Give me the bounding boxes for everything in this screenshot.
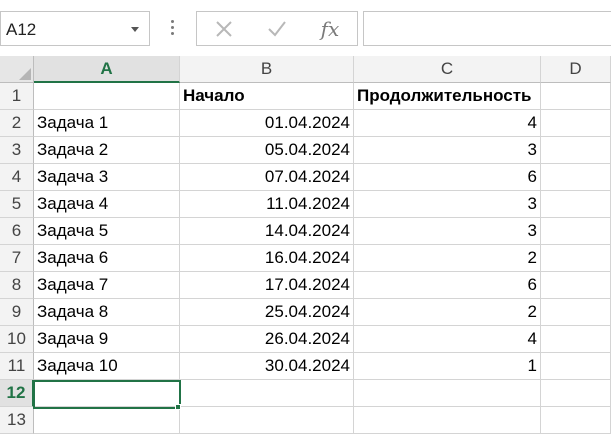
cell-c[interactable]: 6	[354, 164, 541, 191]
name-box-value: A12	[6, 20, 37, 39]
cell-b[interactable]: 11.04.2024	[180, 191, 354, 218]
cell-c[interactable]: 3	[354, 218, 541, 245]
cell-c[interactable]: 6	[354, 272, 541, 299]
cell-a[interactable]: Задача 1	[34, 110, 180, 137]
column-header-b[interactable]: B	[180, 56, 354, 83]
cell-b[interactable]: 14.04.2024	[180, 218, 354, 245]
cell-d[interactable]	[541, 110, 611, 137]
cell-a-header[interactable]	[34, 83, 180, 110]
cell-c[interactable]: 3	[354, 137, 541, 164]
cell-a[interactable]: Задача 7	[34, 272, 180, 299]
cell-d[interactable]	[541, 407, 611, 434]
row-header-7[interactable]: 7	[0, 245, 34, 272]
cell-c[interactable]	[354, 407, 541, 434]
cancel-button[interactable]	[199, 12, 249, 45]
cell-c[interactable]: 2	[354, 245, 541, 272]
formula-buttons: fx	[196, 11, 358, 46]
column-header-d[interactable]: D	[541, 56, 611, 83]
row-header-3[interactable]: 3	[0, 137, 34, 164]
cell-a[interactable]: Задача 10	[34, 353, 180, 380]
cell-a[interactable]: Задача 9	[34, 326, 180, 353]
cell-d[interactable]	[541, 191, 611, 218]
row-header-9[interactable]: 9	[0, 299, 34, 326]
row-header-4[interactable]: 4	[0, 164, 34, 191]
cell-a[interactable]: Задача 8	[34, 299, 180, 326]
cell-c[interactable]	[354, 380, 541, 407]
x-icon	[216, 20, 232, 37]
check-icon	[268, 20, 286, 37]
cell-a[interactable]: Задача 3	[34, 164, 180, 191]
cell-b[interactable]: 30.04.2024	[180, 353, 354, 380]
select-all-button[interactable]	[0, 56, 34, 83]
cell-d[interactable]	[541, 218, 611, 245]
row-header-5[interactable]: 5	[0, 191, 34, 218]
active-cell-selection[interactable]	[33, 380, 181, 409]
cell-b[interactable]: 16.04.2024	[180, 245, 354, 272]
row-header-2[interactable]: 2	[0, 110, 34, 137]
cell-b[interactable]	[180, 380, 354, 407]
enter-button[interactable]	[252, 12, 302, 45]
cell-d[interactable]	[541, 164, 611, 191]
cell-a[interactable]	[34, 407, 180, 434]
cell-b[interactable]: 07.04.2024	[180, 164, 354, 191]
cell-d[interactable]	[541, 245, 611, 272]
cell-b[interactable]: 26.04.2024	[180, 326, 354, 353]
cell-a[interactable]: Задача 2	[34, 137, 180, 164]
cell-d[interactable]	[541, 326, 611, 353]
cell-c-header[interactable]: Продолжительность	[354, 83, 541, 110]
row-header-10[interactable]: 10	[0, 326, 34, 353]
cell-a[interactable]: Задача 6	[34, 245, 180, 272]
name-box[interactable]: A12	[0, 11, 150, 46]
cell-b[interactable]: 25.04.2024	[180, 299, 354, 326]
cell-d[interactable]	[541, 299, 611, 326]
cell-b[interactable]: 05.04.2024	[180, 137, 354, 164]
cell-a[interactable]: Задача 5	[34, 218, 180, 245]
cell-d[interactable]	[541, 272, 611, 299]
row-header-8[interactable]: 8	[0, 272, 34, 299]
cell-b[interactable]: 01.04.2024	[180, 110, 354, 137]
row-header-13[interactable]: 13	[0, 407, 34, 434]
cell-d[interactable]	[541, 353, 611, 380]
column-header-c[interactable]: C	[354, 56, 541, 83]
row-header-1[interactable]: 1	[0, 83, 34, 110]
cell-a[interactable]: Задача 4	[34, 191, 180, 218]
row-header-11[interactable]: 11	[0, 353, 34, 380]
cell-c[interactable]: 1	[354, 353, 541, 380]
row-header-6[interactable]: 6	[0, 218, 34, 245]
insert-function-button[interactable]: fx	[305, 12, 355, 45]
cell-b-header[interactable]: Начало	[180, 83, 354, 110]
column-header-a[interactable]: A	[34, 56, 180, 83]
cell-c[interactable]: 4	[354, 326, 541, 353]
formula-input[interactable]	[363, 11, 611, 46]
cell-d[interactable]	[541, 380, 611, 407]
function-icon: fx	[320, 16, 340, 41]
cell-b[interactable]: 17.04.2024	[180, 272, 354, 299]
cell-c[interactable]: 4	[354, 110, 541, 137]
cell-d[interactable]	[541, 137, 611, 164]
cell-c[interactable]: 2	[354, 299, 541, 326]
row-header-12[interactable]: 12	[0, 380, 34, 407]
cell-b[interactable]	[180, 407, 354, 434]
chevron-down-icon[interactable]	[131, 27, 139, 32]
drag-handle-icon[interactable]	[171, 20, 175, 36]
cell-c[interactable]: 3	[354, 191, 541, 218]
cell-d-header[interactable]	[541, 83, 611, 110]
formula-bar-area: A12 fx	[0, 0, 611, 55]
fill-handle[interactable]	[175, 404, 181, 410]
